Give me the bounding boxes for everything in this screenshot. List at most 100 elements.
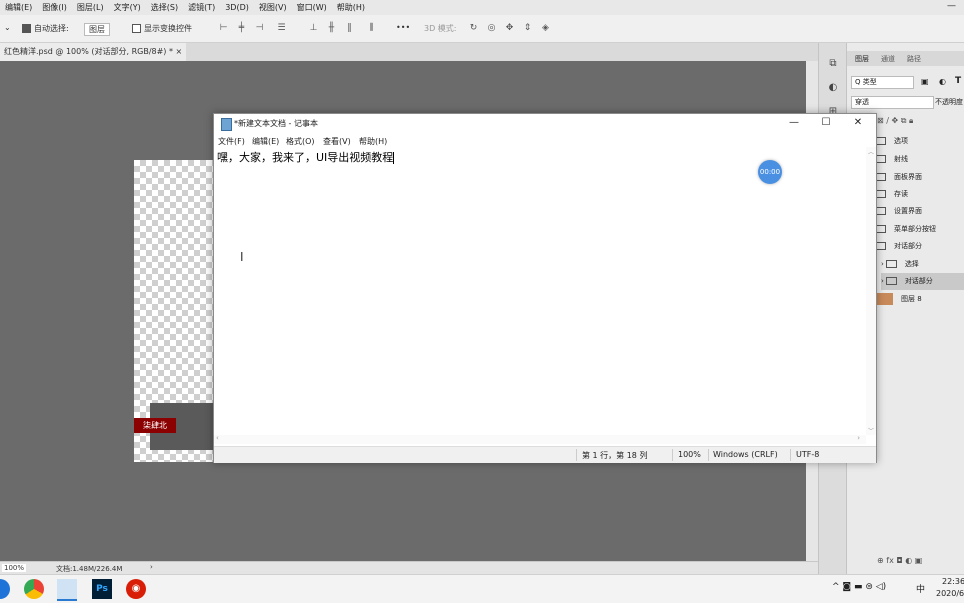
document-size: 文档:1.48M/226.4M — [56, 565, 123, 573]
align-top-icon[interactable]: ☰ — [276, 23, 287, 34]
checkbox-checked-icon — [22, 24, 31, 33]
auto-select-checkbox[interactable]: 自动选择: — [22, 23, 69, 34]
status-menu-arrow-icon[interactable]: › — [150, 563, 153, 571]
show-transform-checkbox[interactable]: 显示变换控件 — [132, 23, 192, 34]
status-divider — [708, 449, 709, 461]
layers-bottom-toolbar: ⊕ fx ◘ ◐ ▣ — [847, 556, 964, 570]
menu-help[interactable]: 帮助(H) — [359, 136, 387, 147]
menu-file[interactable]: 文件(F) — [218, 136, 245, 147]
menu-format[interactable]: 格式(O) — [286, 136, 315, 147]
align-bottom-icon[interactable]: ⊥ — [308, 23, 319, 34]
notepad-vertical-scrollbar[interactable]: ︿ ﹀ — [866, 147, 876, 435]
blend-mode-select[interactable]: 穿透 — [851, 96, 934, 109]
edge-browser-icon[interactable] — [0, 579, 10, 599]
minimize-button[interactable]: — — [784, 116, 804, 130]
ime-indicator[interactable]: 中 — [916, 582, 925, 595]
status-divider — [790, 449, 791, 461]
notepad-title: *新建文本文档 - 记事本 — [234, 119, 318, 128]
history-icon[interactable]: ⧉ — [826, 57, 840, 71]
3d-scale-icon[interactable]: ◈ — [540, 23, 551, 34]
menu-3d[interactable]: 3D(D) — [220, 3, 254, 12]
scroll-right-icon[interactable]: › — [857, 434, 860, 442]
align-left-icon[interactable]: ⊢ — [218, 23, 229, 34]
close-button[interactable]: ✕ — [848, 116, 868, 130]
layer-row[interactable]: 选项 — [875, 133, 964, 150]
ibeam-cursor-icon: I — [240, 250, 244, 264]
3d-roll-icon[interactable]: ◎ — [486, 23, 497, 34]
checkbox-icon — [132, 24, 141, 33]
distribute-v-icon[interactable]: ⫼ — [366, 23, 377, 34]
3d-slide-icon[interactable]: ⇕ — [522, 23, 533, 34]
maximize-button[interactable]: ☐ — [816, 116, 836, 130]
cursor-position: 第 1 行，第 18 列 — [582, 451, 648, 460]
layer-row-selected[interactable]: › 对话部分 — [881, 273, 964, 290]
scroll-left-icon[interactable]: ‹ — [216, 434, 219, 442]
layer-row[interactable]: 菜单部分按钮 — [875, 221, 964, 238]
filter-adjust-icon[interactable]: ◐ — [939, 77, 946, 86]
netease-music-icon[interactable]: ◉ — [126, 579, 146, 599]
menu-view[interactable]: 视图(V) — [254, 2, 292, 13]
menu-edit[interactable]: 编辑(E) — [0, 2, 37, 13]
layer-filter-select[interactable]: Q 类型 — [851, 76, 914, 89]
layer-actions-icons[interactable]: ⊕ fx ◘ ◐ ▣ — [877, 556, 922, 565]
tab-channels[interactable]: 通道 — [881, 54, 895, 64]
notepad-icon — [221, 118, 232, 131]
tab-paths[interactable]: 路径 — [907, 54, 921, 64]
distribute-icon[interactable]: ‖ — [344, 23, 355, 34]
layer-row[interactable]: 面板界面 — [875, 169, 964, 186]
filter-type-icon[interactable]: T — [955, 76, 961, 86]
3d-pan-icon[interactable]: ✥ — [504, 23, 515, 34]
chrome-icon[interactable] — [24, 579, 44, 599]
opacity-label: 不透明度 — [935, 98, 963, 106]
align-right-icon[interactable]: ⊣ — [254, 23, 265, 34]
adjustments-icon[interactable]: ◐ — [826, 81, 840, 95]
filter-image-icon[interactable]: ▣ — [921, 77, 929, 86]
menu-type[interactable]: 文字(Y) — [109, 2, 146, 13]
zoom-level-field[interactable]: 100% — [2, 564, 27, 572]
canvas-red-label: 柒肆北 — [134, 418, 176, 433]
tool-preset-dropdown[interactable]: ⌄ — [4, 23, 11, 32]
clock-date[interactable]: 2020/6/ — [936, 589, 964, 598]
align-middle-icon[interactable]: ╫ — [326, 23, 337, 34]
scroll-up-icon[interactable]: ︿ — [868, 147, 874, 156]
ps-minimize-button[interactable]: — — [947, 1, 956, 11]
3d-rotate-icon[interactable]: ↻ — [468, 23, 479, 34]
text-caret — [393, 152, 395, 164]
folder-icon — [885, 260, 897, 268]
document-tab-bar: 红色精洋.psd @ 100% (对话部分, RGB/8#) * × — [0, 43, 818, 61]
tray-icons[interactable]: ^ ◙ ▬ ⊜ ◁) — [832, 582, 886, 592]
layer-row[interactable]: 存读 — [875, 186, 964, 203]
menu-filter[interactable]: 滤镜(T) — [183, 2, 220, 13]
menu-select[interactable]: 选择(S) — [146, 2, 183, 13]
photoshop-taskbar-icon[interactable]: Ps — [92, 579, 112, 599]
menu-view[interactable]: 查看(V) — [323, 136, 351, 147]
windows-taskbar: Ps ◉ ^ ◙ ▬ ⊜ ◁) 中 22:36 2020/6/ — [0, 574, 964, 603]
recorder-timer-badge[interactable]: 00:00 — [758, 160, 782, 184]
notepad-text-area[interactable]: 嘿，大家，我来了，UI导出视频教程 — [216, 147, 864, 435]
menu-edit[interactable]: 编辑(E) — [252, 136, 279, 147]
auto-select-target[interactable]: 图层 — [84, 23, 110, 36]
layer-row[interactable]: › 选择 — [881, 256, 964, 273]
more-options-button[interactable]: ••• — [396, 23, 410, 32]
lock-icons[interactable]: ⊠ ∕ ✥ ⧉ 🔒︎ — [877, 116, 913, 126]
notepad-horizontal-scrollbar[interactable]: ‹ › — [214, 434, 866, 444]
tab-layers[interactable]: 图层 — [855, 54, 869, 64]
layer-row[interactable]: 设置界面 — [875, 203, 964, 220]
layer-row[interactable]: 图层 8 — [877, 291, 964, 308]
scroll-down-icon[interactable]: ﹀ — [868, 426, 874, 435]
chevron-right-icon[interactable]: › — [881, 260, 884, 268]
layer-row[interactable]: 对话部分 — [875, 238, 964, 255]
layer-row[interactable]: 射线 — [875, 151, 964, 168]
align-center-icon[interactable]: ╪ — [236, 23, 247, 34]
status-divider — [672, 449, 673, 461]
clock-time[interactable]: 22:36 — [942, 577, 964, 586]
document-tab[interactable]: 红色精洋.psd @ 100% (对话部分, RGB/8#) * × — [0, 43, 187, 61]
menu-window[interactable]: 窗口(W) — [292, 2, 332, 13]
menu-image[interactable]: 图像(I) — [37, 2, 72, 13]
menu-help[interactable]: 帮助(H) — [332, 2, 370, 13]
menu-layer[interactable]: 图层(L) — [72, 2, 109, 13]
auto-select-label: 自动选择: — [34, 24, 69, 33]
notepad-titlebar[interactable]: *新建文本文档 - 记事本 — ☐ ✕ — [214, 114, 876, 133]
chevron-right-icon[interactable]: › — [881, 277, 884, 285]
notepad-taskbar-icon[interactable] — [57, 579, 77, 601]
